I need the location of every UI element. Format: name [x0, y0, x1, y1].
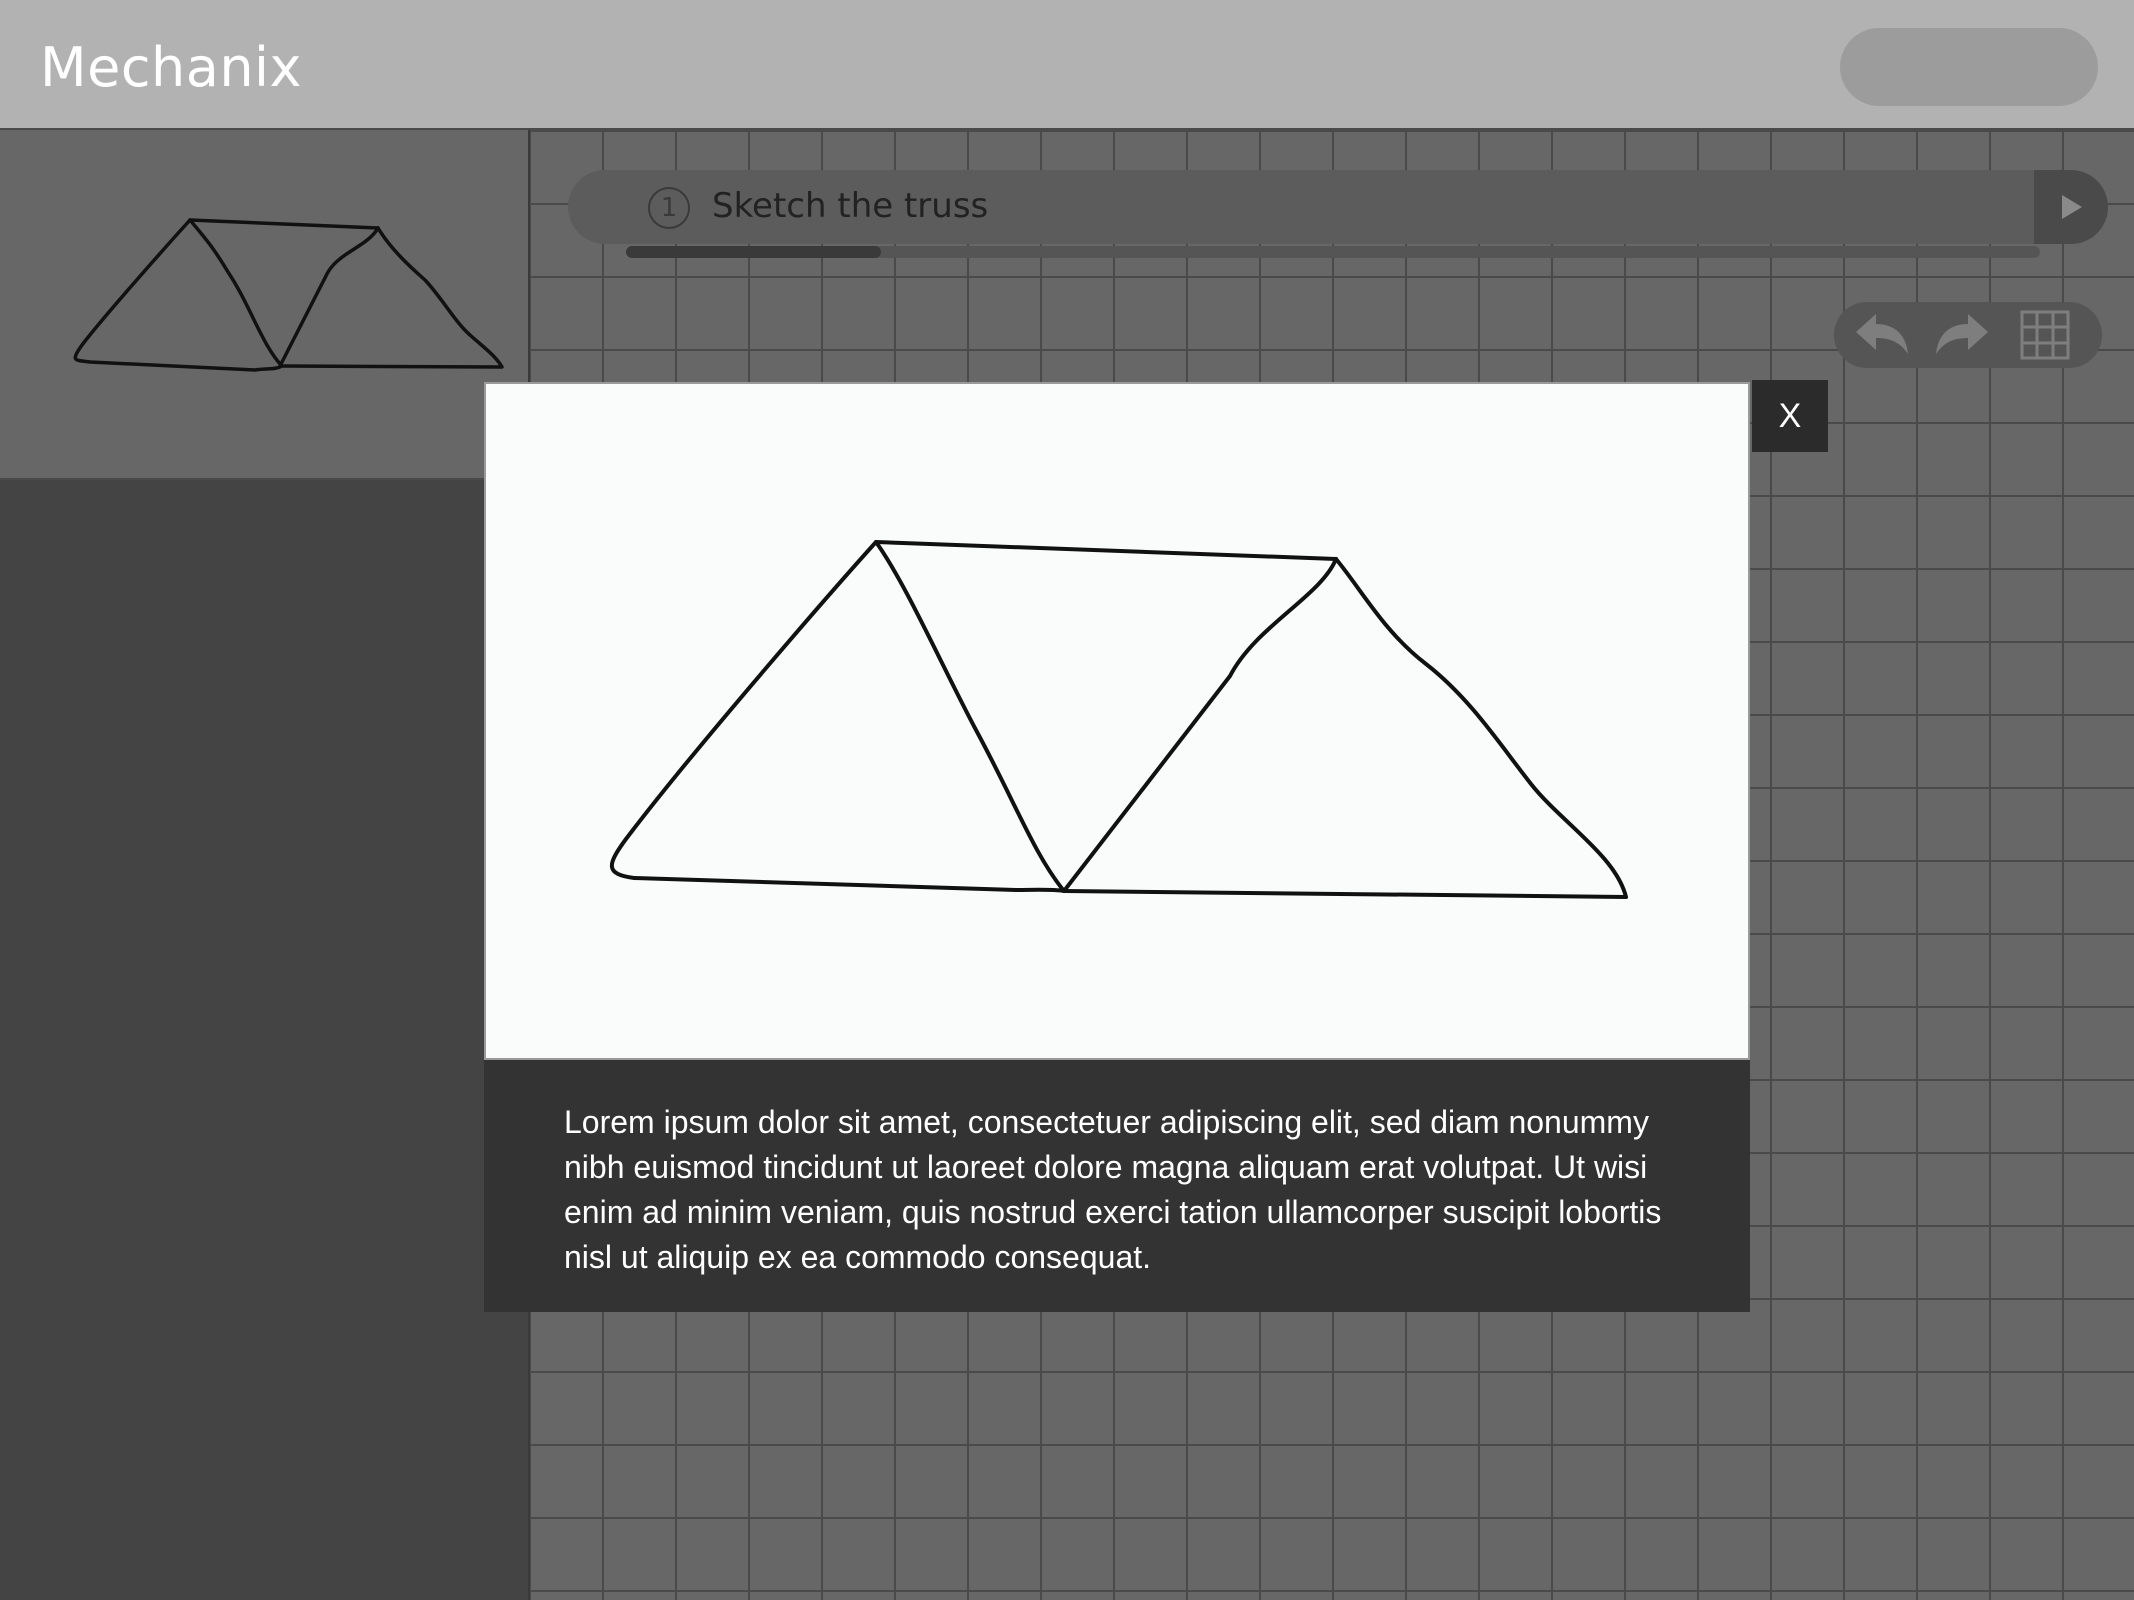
- grid-toggle-button[interactable]: [2016, 310, 2076, 360]
- sketch-thumbnail[interactable]: [0, 130, 528, 480]
- truss-sketch-drawing: [609, 540, 1628, 899]
- step-number-badge: 1: [648, 187, 690, 229]
- grid-icon: [2020, 310, 2070, 360]
- step-bar: 1 Sketch the truss: [568, 170, 2108, 244]
- step-progress-fill: [626, 246, 881, 258]
- modal-image-panel: [484, 382, 1750, 1060]
- redo-button[interactable]: [1932, 310, 1992, 360]
- redo-icon: [1936, 314, 1988, 354]
- canvas-toolbar: [1834, 302, 2102, 368]
- sidebar: [0, 130, 530, 1600]
- step-progress-bar: [626, 246, 2040, 258]
- undo-icon: [1856, 314, 1908, 354]
- modal-description-panel: Lorem ipsum dolor sit amet, consectetuer…: [484, 1060, 1750, 1312]
- step-label: Sketch the truss: [712, 186, 989, 226]
- app-title: Mechanix: [40, 36, 303, 99]
- truss-preview-modal: Lorem ipsum dolor sit amet, consectetuer…: [484, 382, 1750, 1312]
- truss-thumbnail-drawing: [73, 218, 504, 372]
- app-header: Mechanix: [0, 0, 2134, 130]
- next-step-button[interactable]: [2034, 170, 2108, 244]
- undo-button[interactable]: [1852, 310, 1912, 360]
- modal-description: Lorem ipsum dolor sit amet, consectetuer…: [564, 1104, 1662, 1275]
- play-icon: [2062, 195, 2082, 219]
- close-modal-button[interactable]: X: [1752, 380, 1828, 452]
- header-account-button[interactable]: [1840, 28, 2098, 106]
